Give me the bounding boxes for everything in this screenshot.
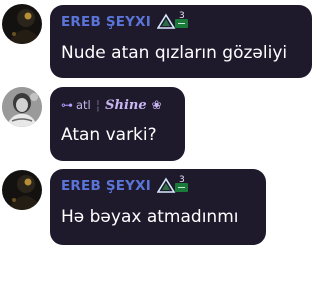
username[interactable]: EREB ŞEYXI (61, 14, 151, 30)
message-bubble[interactable]: EREB ŞEYXI 3 Hə bəyax atmadınmı (50, 169, 266, 245)
username[interactable]: Shine (105, 98, 147, 113)
chat-thread: EREB ŞEYXI 3 Nude atan qızların gözəliyi (0, 0, 320, 297)
user-badges: 3 (156, 11, 188, 31)
message-text: Hə bəyax atmadınmı (61, 207, 239, 227)
saudi-flag-icon (175, 183, 188, 192)
username[interactable]: EREB ŞEYXI (61, 178, 151, 194)
dark-avatar-icon (2, 170, 42, 210)
avatar[interactable] (2, 87, 42, 127)
message-text: Atan varki? (61, 125, 157, 145)
dark-avatar-icon (2, 4, 42, 44)
message-bubble[interactable]: EREB ŞEYXI 3 Nude atan qızların gözəliyi (50, 5, 312, 78)
message-header: ⊶ atl ¦ Shine ❀ (61, 94, 162, 116)
avatar[interactable] (2, 170, 42, 210)
message-header: EREB ŞEYXI 3 (61, 175, 188, 197)
message-text: Nude atan qızların gözəliyi (61, 43, 288, 63)
photo-avatar-icon (2, 87, 42, 127)
message-header: EREB ŞEYXI 3 (61, 11, 188, 33)
saudi-flag-icon (175, 19, 188, 28)
message-bubble[interactable]: ⊶ atl ¦ Shine ❀ Atan varki? (50, 87, 185, 161)
flower-icon: ❀ (151, 98, 162, 112)
user-badges: 3 (156, 175, 188, 195)
username-prefix-icon: ⊶ (61, 98, 73, 112)
avatar[interactable] (2, 4, 42, 44)
separator: ¦ (95, 97, 101, 113)
username-tag[interactable]: atl (76, 98, 91, 112)
